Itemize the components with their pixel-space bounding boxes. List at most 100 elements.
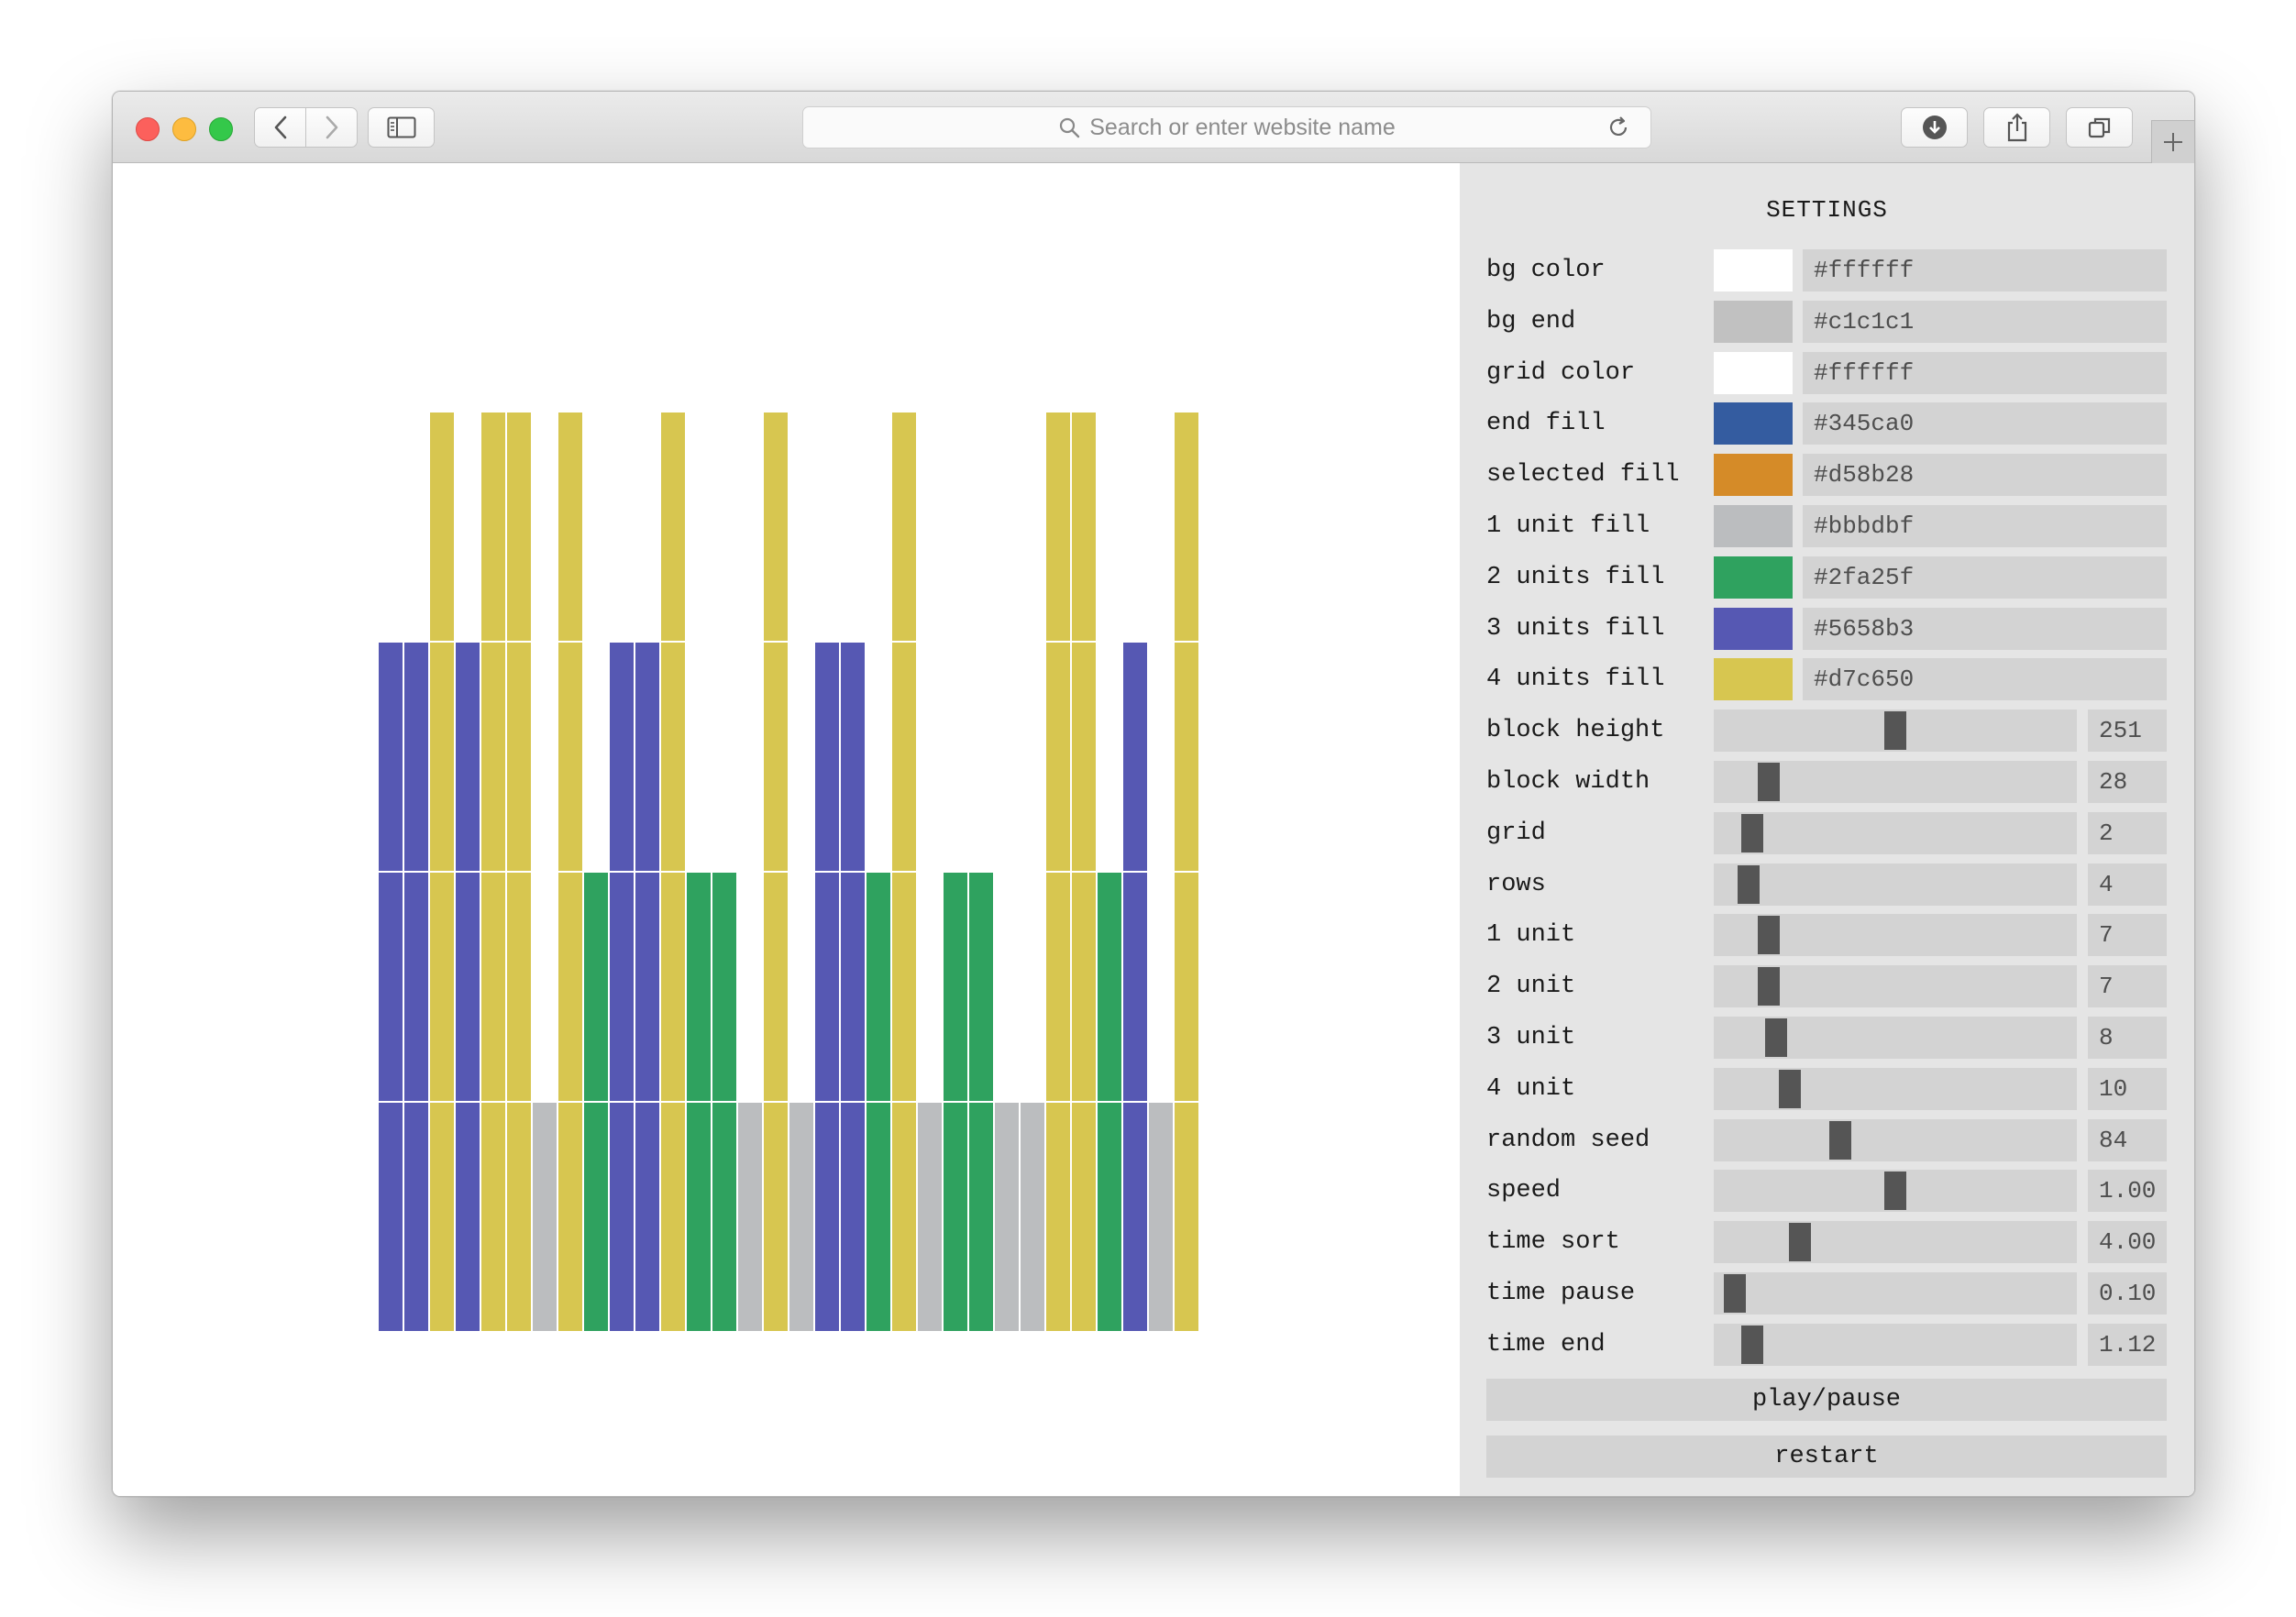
zoom-window-button[interactable] [209, 117, 233, 141]
slider-thumb[interactable] [1758, 967, 1780, 1006]
settings-title: SETTINGS [1766, 196, 1888, 224]
slider-setting-row: block height 251 [1486, 710, 2167, 753]
block-3-units [378, 642, 403, 1332]
color-setting-row: grid color #ffffff [1486, 351, 2167, 394]
setting-label: time end [1486, 1330, 1606, 1358]
close-window-button[interactable] [136, 117, 160, 141]
setting-label: grid [1486, 819, 1546, 847]
color-swatch[interactable] [1714, 658, 1793, 701]
slider-value-input[interactable]: 4.00 [2088, 1221, 2167, 1264]
color-hex-input[interactable]: #ffffff [1803, 351, 2167, 394]
slider-setting-row: random seed 84 [1486, 1118, 2167, 1161]
slider-value-input[interactable]: 10 [2088, 1067, 2167, 1110]
setting-slider[interactable] [1714, 710, 2077, 753]
setting-slider[interactable] [1714, 1272, 2077, 1314]
setting-slider[interactable] [1714, 811, 2077, 854]
slider-setting-row: 2 unit 7 [1486, 965, 2167, 1008]
color-hex-input[interactable]: #ffffff [1803, 249, 2167, 292]
play-pause-button[interactable]: play/pause [1486, 1379, 2167, 1421]
color-hex-input[interactable]: #345ca0 [1803, 402, 2167, 446]
slider-value-input[interactable]: 84 [2088, 1118, 2167, 1161]
search-icon [1060, 117, 1080, 138]
slider-thumb[interactable] [1884, 1172, 1906, 1211]
setting-slider[interactable] [1714, 761, 2077, 803]
slider-thumb[interactable] [1741, 1325, 1763, 1364]
address-bar[interactable]: Search or enter website name [802, 106, 1651, 148]
chevron-left-icon [274, 116, 286, 139]
setting-label: time pause [1486, 1280, 1636, 1307]
block-3-units [609, 642, 635, 1332]
slider-thumb[interactable] [1738, 864, 1760, 904]
setting-label: rows [1486, 870, 1546, 898]
block-1-units [994, 1102, 1020, 1332]
back-button[interactable] [254, 107, 306, 148]
color-hex-input[interactable]: #d58b28 [1803, 454, 2167, 497]
slider-value-input[interactable]: 2 [2088, 811, 2167, 854]
color-swatch[interactable] [1714, 249, 1793, 292]
block-3-units [840, 642, 866, 1332]
restart-button[interactable]: restart [1486, 1436, 2167, 1478]
tabs-overview-button[interactable] [2066, 107, 2133, 148]
setting-slider[interactable] [1714, 965, 2077, 1008]
setting-slider[interactable] [1714, 1017, 2077, 1059]
color-hex-input[interactable]: #5658b3 [1803, 607, 2167, 650]
setting-slider[interactable] [1714, 1221, 2077, 1264]
slider-thumb[interactable] [1829, 1120, 1851, 1160]
reload-icon[interactable] [1606, 116, 1630, 139]
color-swatch[interactable] [1714, 351, 1793, 394]
color-hex-input[interactable]: #c1c1c1 [1803, 300, 2167, 343]
setting-slider[interactable] [1714, 863, 2077, 906]
setting-slider[interactable] [1714, 1067, 2077, 1110]
color-hex-input[interactable]: #bbbdbf [1803, 505, 2167, 547]
slider-value-input[interactable]: 28 [2088, 761, 2167, 803]
new-tab-button[interactable] [2151, 120, 2194, 163]
slider-thumb[interactable] [1789, 1223, 1811, 1262]
slider-setting-row: grid 2 [1486, 811, 2167, 854]
slider-thumb[interactable] [1724, 1274, 1746, 1313]
color-swatch[interactable] [1714, 300, 1793, 343]
setting-slider[interactable] [1714, 1323, 2077, 1366]
color-setting-row: 4 units fill #d7c650 [1486, 658, 2167, 701]
share-button[interactable] [1983, 107, 2050, 148]
color-setting-row: bg end #c1c1c1 [1486, 300, 2167, 343]
slider-value-input[interactable]: 1.00 [2088, 1170, 2167, 1213]
color-setting-row: 2 units fill #2fa25f [1486, 556, 2167, 599]
slider-thumb[interactable] [1758, 916, 1780, 955]
slider-value-input[interactable]: 0.10 [2088, 1272, 2167, 1314]
setting-slider[interactable] [1714, 1118, 2077, 1161]
sort-canvas[interactable] [113, 163, 1460, 1496]
setting-slider[interactable] [1714, 914, 2077, 957]
color-swatch[interactable] [1714, 607, 1793, 650]
slider-value-input[interactable]: 7 [2088, 965, 2167, 1008]
color-swatch[interactable] [1714, 505, 1793, 547]
slider-thumb[interactable] [1765, 1018, 1787, 1057]
minimize-window-button[interactable] [172, 117, 196, 141]
slider-value-input[interactable]: 1.12 [2088, 1323, 2167, 1366]
block-1-units [737, 1102, 763, 1332]
block-3-units [455, 642, 480, 1332]
setting-label: 2 units fill [1486, 563, 1665, 591]
block-3-units [635, 642, 660, 1332]
sidebar-button[interactable] [368, 107, 435, 148]
slider-thumb[interactable] [1779, 1069, 1801, 1108]
setting-slider[interactable] [1714, 1170, 2077, 1213]
color-swatch[interactable] [1714, 556, 1793, 599]
settings-panel: SETTINGS bg color #ffffff bg end #c1c1c1 gri… [1460, 163, 2194, 1496]
color-hex-input[interactable]: #d7c650 [1803, 658, 2167, 701]
slider-value-input[interactable]: 4 [2088, 863, 2167, 906]
sort-visualization [377, 411, 1200, 1333]
slider-value-input[interactable]: 7 [2088, 914, 2167, 957]
slider-thumb[interactable] [1884, 711, 1906, 751]
downloads-button[interactable] [1901, 107, 1968, 148]
slider-value-input[interactable]: 251 [2088, 710, 2167, 753]
color-hex-input[interactable]: #2fa25f [1803, 556, 2167, 599]
browser-toolbar: Search or enter website name [113, 92, 2194, 163]
forward-button[interactable] [305, 107, 358, 148]
setting-label: random seed [1486, 1126, 1650, 1154]
color-swatch[interactable] [1714, 402, 1793, 446]
color-swatch[interactable] [1714, 454, 1793, 497]
slider-thumb[interactable] [1741, 813, 1763, 852]
slider-value-input[interactable]: 8 [2088, 1017, 2167, 1059]
tabs-icon [2088, 117, 2110, 138]
slider-thumb[interactable] [1758, 763, 1780, 801]
